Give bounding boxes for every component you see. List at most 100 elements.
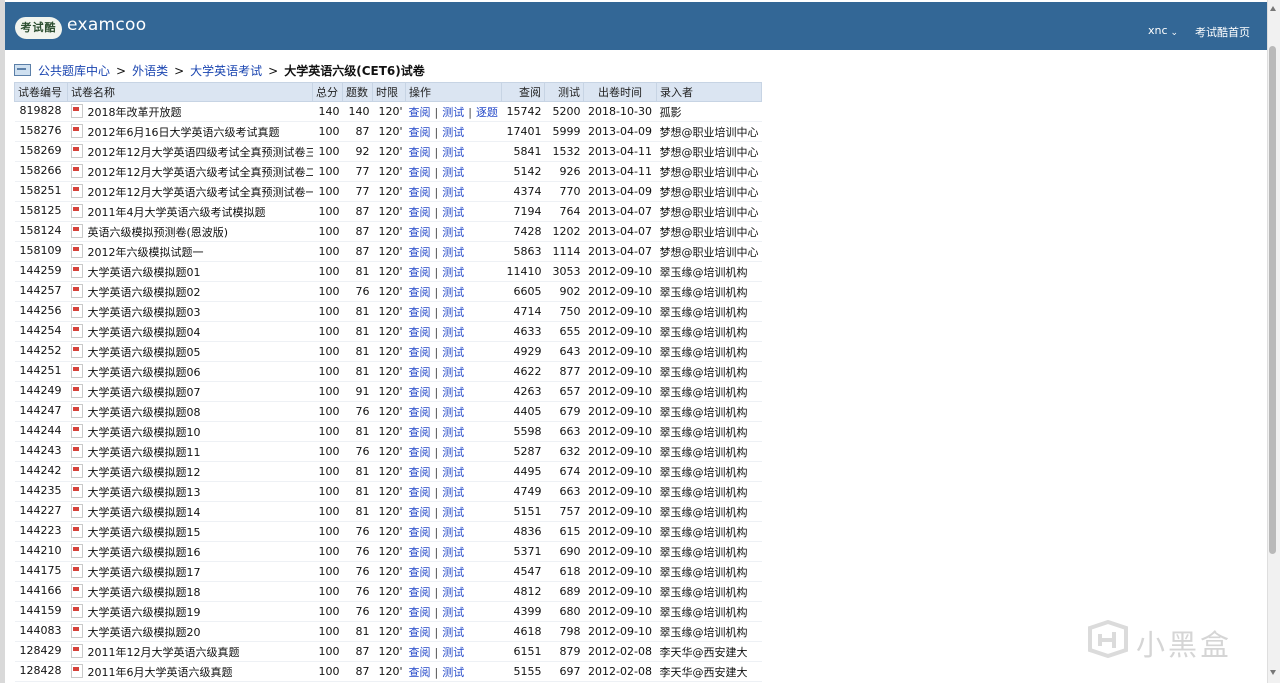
view-link[interactable]: 查阅 xyxy=(409,586,431,599)
paper-title[interactable]: 大学英语六级模拟题16 xyxy=(88,546,201,559)
test-link[interactable]: 测试 xyxy=(442,486,464,499)
paper-title[interactable]: 大学英语六级模拟题20 xyxy=(88,626,201,639)
view-link[interactable]: 查阅 xyxy=(409,646,431,659)
paper-title[interactable]: 大学英语六级模拟题14 xyxy=(88,506,201,519)
view-link[interactable]: 查阅 xyxy=(409,106,431,119)
paper-title[interactable]: 大学英语六级模拟题08 xyxy=(88,406,201,419)
test-link[interactable]: 测试 xyxy=(442,246,464,259)
cell-name[interactable]: 2018年改革开放题 xyxy=(67,101,313,122)
paper-title[interactable]: 大学英语六级模拟题15 xyxy=(88,526,201,539)
view-link[interactable]: 查阅 xyxy=(409,326,431,339)
cell-name[interactable]: 2012年六级模拟试题一 xyxy=(67,241,313,262)
scrollbar-thumb[interactable] xyxy=(1269,46,1276,554)
view-link[interactable]: 查阅 xyxy=(409,626,431,639)
col-header-author[interactable]: 录入者 xyxy=(656,82,762,102)
paper-title[interactable]: 大学英语六级模拟题19 xyxy=(88,606,201,619)
step-by-step-link[interactable]: 逐题 xyxy=(476,106,498,119)
view-link[interactable]: 查阅 xyxy=(409,286,431,299)
test-link[interactable]: 测试 xyxy=(442,366,464,379)
view-link[interactable]: 查阅 xyxy=(409,386,431,399)
cell-name[interactable]: 大学英语六级模拟题02 xyxy=(67,281,313,302)
view-link[interactable]: 查阅 xyxy=(409,226,431,239)
view-link[interactable]: 查阅 xyxy=(409,426,431,439)
view-link[interactable]: 查阅 xyxy=(409,486,431,499)
view-link[interactable]: 查阅 xyxy=(409,666,431,679)
test-link[interactable]: 测试 xyxy=(442,446,464,459)
cell-name[interactable]: 大学英语六级模拟题19 xyxy=(67,601,313,622)
view-link[interactable]: 查阅 xyxy=(409,566,431,579)
test-link[interactable]: 测试 xyxy=(442,206,464,219)
paper-title[interactable]: 2012年6月16日大学英语六级考试真题 xyxy=(88,126,280,139)
breadcrumb-college-english[interactable]: 大学英语考试 xyxy=(190,64,262,78)
paper-title[interactable]: 2012年六级模拟试题一 xyxy=(88,246,204,259)
col-header-views[interactable]: 查阅 xyxy=(501,82,545,102)
cell-name[interactable]: 大学英语六级模拟题03 xyxy=(67,301,313,322)
test-link[interactable]: 测试 xyxy=(442,286,464,299)
paper-title[interactable]: 大学英语六级模拟题12 xyxy=(88,466,201,479)
view-link[interactable]: 查阅 xyxy=(409,186,431,199)
cell-name[interactable]: 大学英语六级模拟题10 xyxy=(67,421,313,442)
cell-name[interactable]: 大学英语六级模拟题04 xyxy=(67,321,313,342)
test-link[interactable]: 测试 xyxy=(442,346,464,359)
test-link[interactable]: 测试 xyxy=(442,466,464,479)
test-link[interactable]: 测试 xyxy=(442,326,464,339)
logo-text[interactable]: examcoo xyxy=(67,15,146,35)
cell-name[interactable]: 英语六级模拟预测卷(恩波版) xyxy=(67,221,313,242)
paper-title[interactable]: 2012年12月大学英语六级考试全真预测试卷二 xyxy=(88,166,313,179)
paper-title[interactable]: 大学英语六级模拟题13 xyxy=(88,486,201,499)
paper-title[interactable]: 英语六级模拟预测卷(恩波版) xyxy=(88,226,229,239)
cell-name[interactable]: 2011年4月大学英语六级考试模拟题 xyxy=(67,201,313,222)
col-header-date[interactable]: 出卷时间 xyxy=(583,82,657,102)
paper-title[interactable]: 大学英语六级模拟题18 xyxy=(88,586,201,599)
test-link[interactable]: 测试 xyxy=(442,226,464,239)
test-link[interactable]: 测试 xyxy=(442,586,464,599)
paper-title[interactable]: 大学英语六级模拟题02 xyxy=(88,286,201,299)
view-link[interactable]: 查阅 xyxy=(409,546,431,559)
test-link[interactable]: 测试 xyxy=(442,186,464,199)
cell-name[interactable]: 大学英语六级模拟题11 xyxy=(67,441,313,462)
test-link[interactable]: 测试 xyxy=(442,106,464,119)
view-link[interactable]: 查阅 xyxy=(409,266,431,279)
paper-title[interactable]: 2012年12月大学英语六级考试全真预测试卷一 xyxy=(88,186,313,199)
scroll-up-arrow-icon[interactable] xyxy=(1270,6,1276,11)
paper-title[interactable]: 2011年6月大学英语六级真题 xyxy=(88,666,233,679)
test-link[interactable]: 测试 xyxy=(442,526,464,539)
breadcrumb-foreign-languages[interactable]: 外语类 xyxy=(132,64,168,78)
cell-name[interactable]: 大学英语六级模拟题16 xyxy=(67,541,313,562)
test-link[interactable]: 测试 xyxy=(442,426,464,439)
logo-badge[interactable]: 考试酷 xyxy=(15,17,62,39)
test-link[interactable]: 测试 xyxy=(442,626,464,639)
view-link[interactable]: 查阅 xyxy=(409,466,431,479)
paper-title[interactable]: 2011年4月大学英语六级考试模拟题 xyxy=(88,206,266,219)
cell-name[interactable]: 大学英语六级模拟题20 xyxy=(67,621,313,642)
cell-name[interactable]: 大学英语六级模拟题18 xyxy=(67,581,313,602)
view-link[interactable]: 查阅 xyxy=(409,366,431,379)
paper-title[interactable]: 大学英语六级模拟题05 xyxy=(88,346,201,359)
paper-title[interactable]: 大学英语六级模拟题07 xyxy=(88,386,201,399)
cell-name[interactable]: 大学英语六级模拟题07 xyxy=(67,381,313,402)
cell-name[interactable]: 大学英语六级模拟题01 xyxy=(67,261,313,282)
view-link[interactable]: 查阅 xyxy=(409,206,431,219)
cell-name[interactable]: 大学英语六级模拟题13 xyxy=(67,481,313,502)
test-link[interactable]: 测试 xyxy=(442,606,464,619)
cell-name[interactable]: 2012年12月大学英语六级考试全真预测试卷二 xyxy=(67,161,313,182)
test-link[interactable]: 测试 xyxy=(442,546,464,559)
view-link[interactable]: 查阅 xyxy=(409,126,431,139)
view-link[interactable]: 查阅 xyxy=(409,446,431,459)
cell-name[interactable]: 大学英语六级模拟题17 xyxy=(67,561,313,582)
cell-name[interactable]: 大学英语六级模拟题08 xyxy=(67,401,313,422)
view-link[interactable]: 查阅 xyxy=(409,306,431,319)
view-link[interactable]: 查阅 xyxy=(409,606,431,619)
cell-name[interactable]: 大学英语六级模拟题14 xyxy=(67,501,313,522)
scroll-down-arrow-icon[interactable] xyxy=(1270,670,1276,675)
view-link[interactable]: 查阅 xyxy=(409,146,431,159)
test-link[interactable]: 测试 xyxy=(442,566,464,579)
cell-name[interactable]: 2012年12月大学英语四级考试全真预测试卷三 xyxy=(67,141,313,162)
cell-name[interactable]: 大学英语六级模拟题05 xyxy=(67,341,313,362)
test-link[interactable]: 测试 xyxy=(442,266,464,279)
paper-title[interactable]: 大学英语六级模拟题03 xyxy=(88,306,201,319)
cell-name[interactable]: 2012年6月16日大学英语六级考试真题 xyxy=(67,121,313,142)
cell-name[interactable]: 2011年6月大学英语六级真题 xyxy=(67,661,313,682)
view-link[interactable]: 查阅 xyxy=(409,166,431,179)
view-link[interactable]: 查阅 xyxy=(409,526,431,539)
